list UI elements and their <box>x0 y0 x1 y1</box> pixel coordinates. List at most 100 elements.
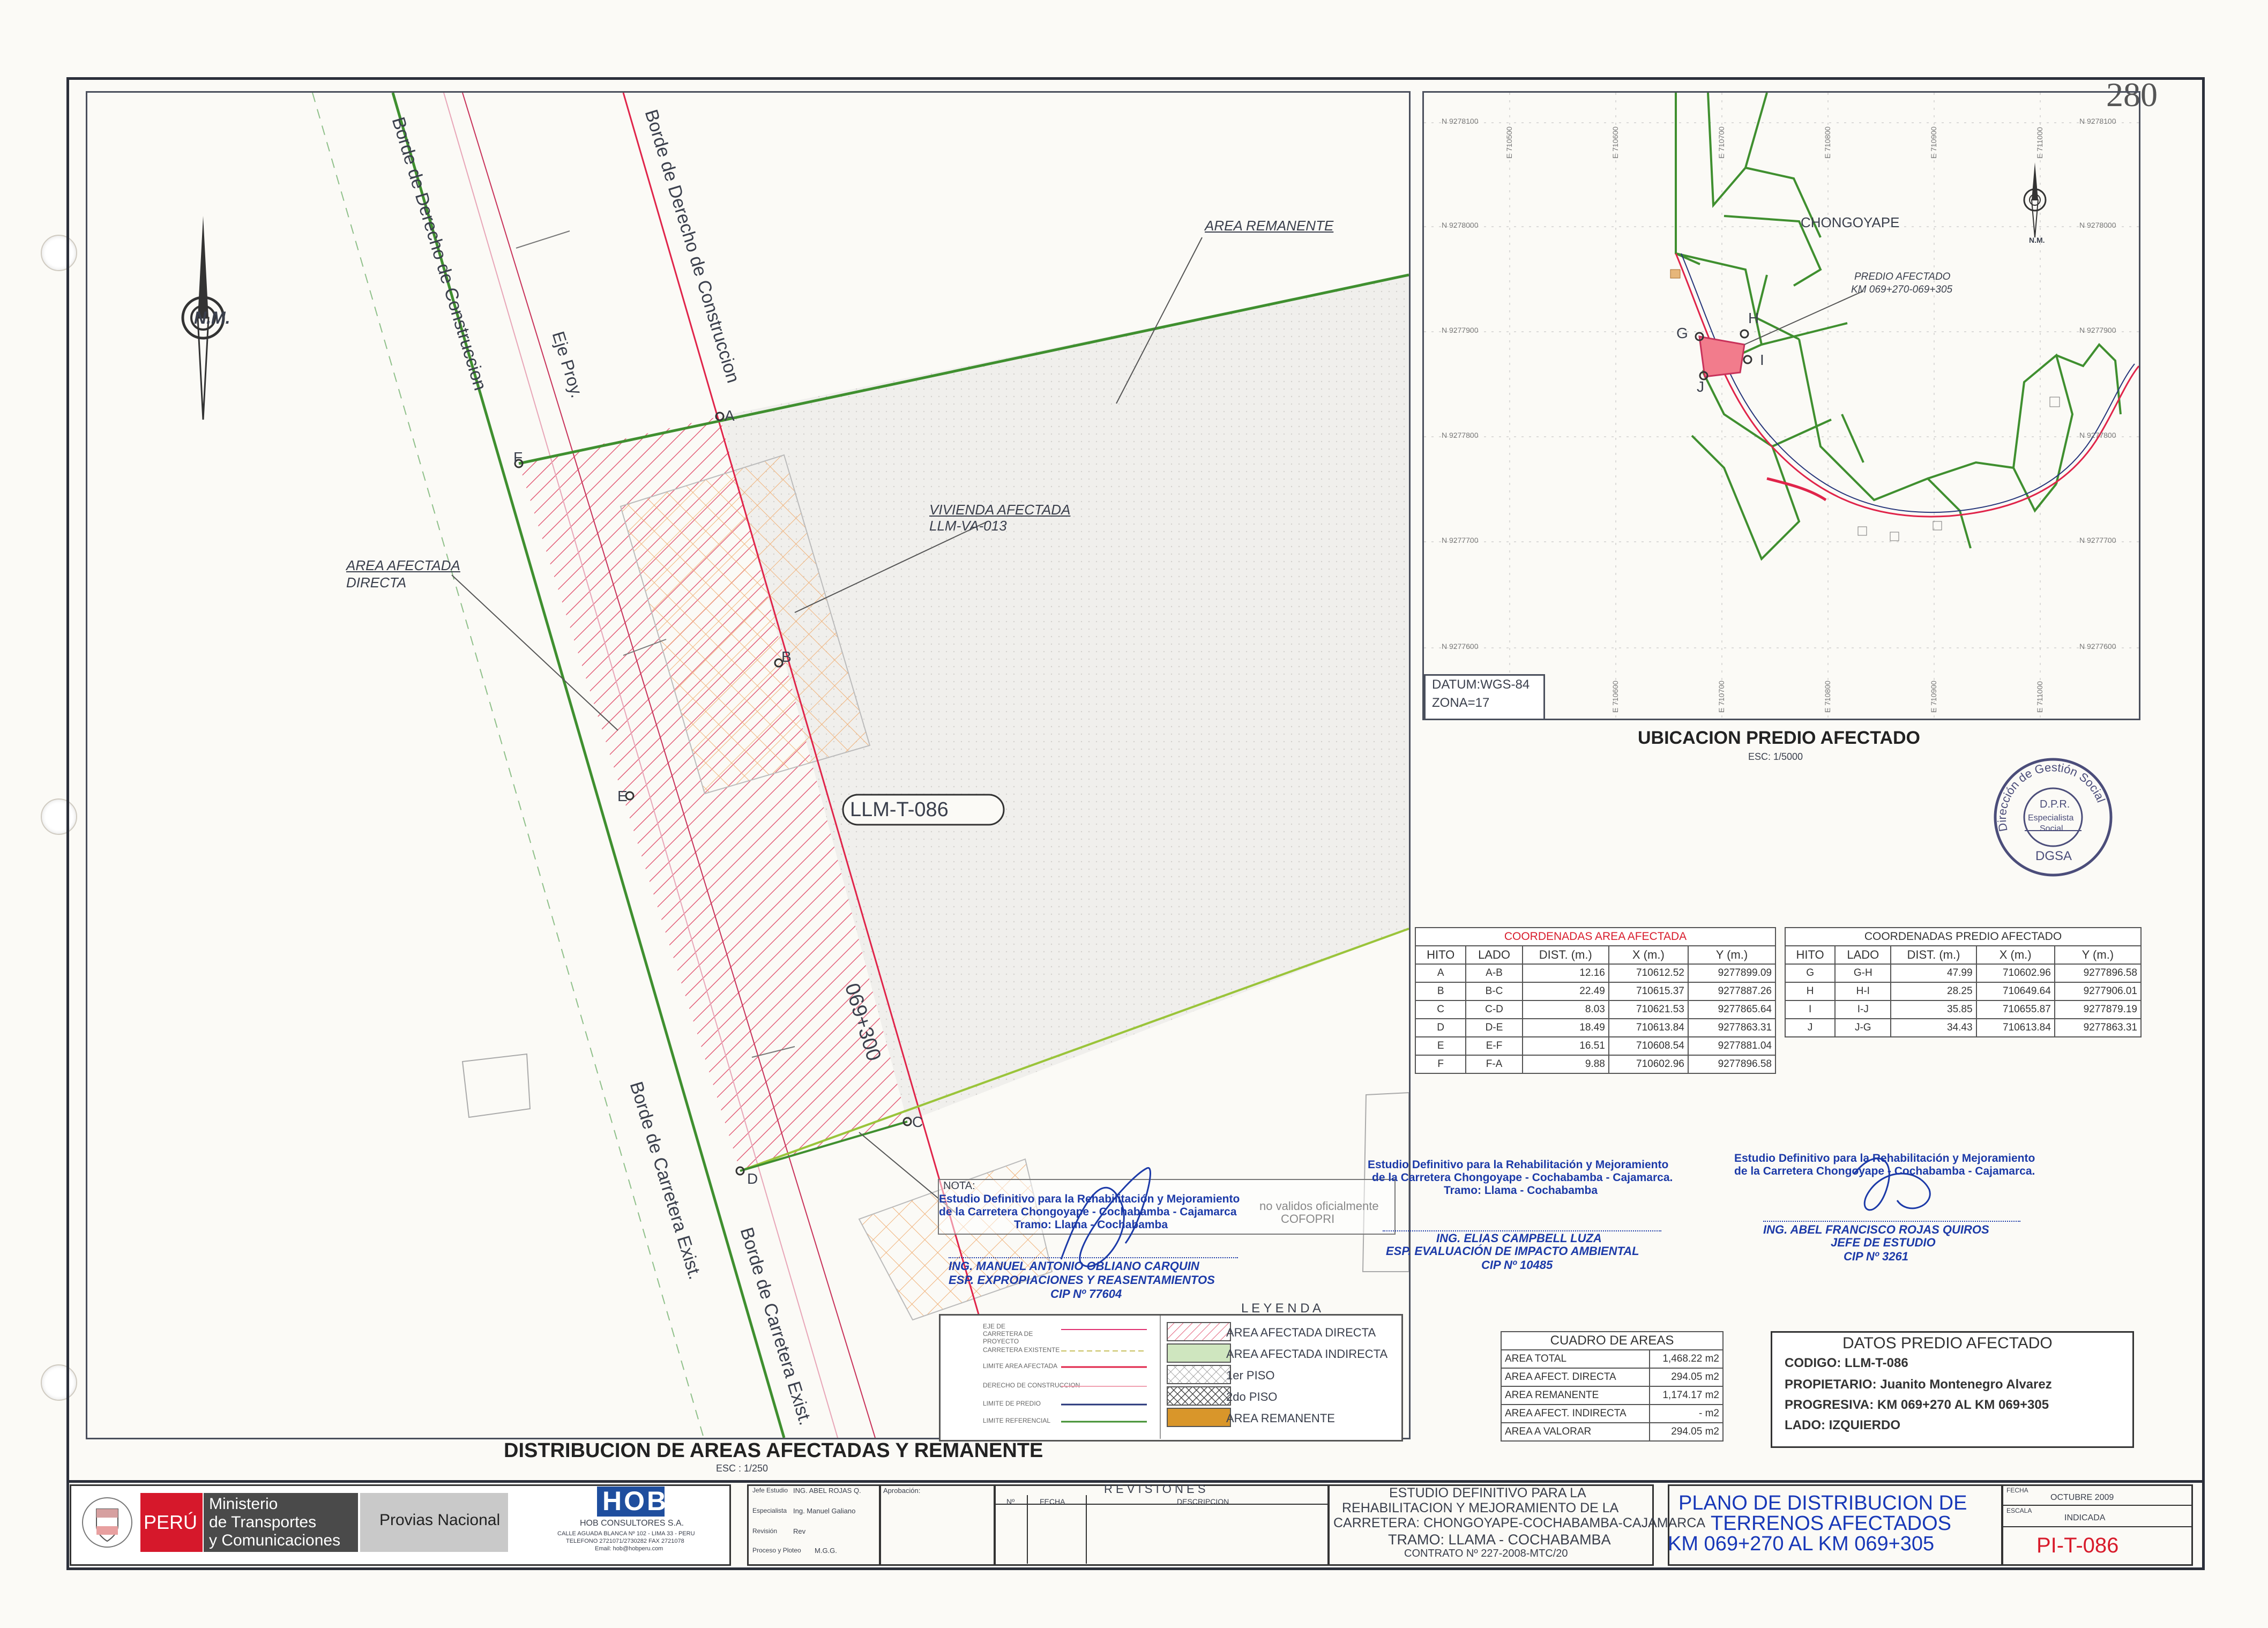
revisiones-title: R E V I S I O N E S <box>1104 1482 1206 1496</box>
col-y: Y (m.) <box>1687 945 1777 965</box>
col-dist: DIST. (m.) <box>1521 945 1609 965</box>
inset-coord-n-5: N 9277700 <box>1442 536 1479 544</box>
table-cell: 710613.84 <box>1608 1018 1689 1037</box>
table-cell: 710602.96 <box>1608 1055 1689 1074</box>
inset-point-h: H <box>1748 310 1759 326</box>
table-cell: 47.99 <box>1890 964 1977 983</box>
leyenda-carretera-existente: CARRETERA EXISTENTE <box>983 1346 1060 1354</box>
zona-label: ZONA=17 <box>1432 696 1490 710</box>
table-cell: 710613.84 <box>1975 1018 2055 1037</box>
table-cell: 9277906.01 <box>2054 982 2142 1001</box>
table-cell: A-B <box>1465 964 1523 983</box>
inset-coord-e-2: E 710600 <box>1611 681 1620 713</box>
inset-coord-n-5r: N 9277700 <box>2079 536 2116 544</box>
inset-coord-n-6: N 9277600 <box>1442 642 1479 651</box>
table-cell: 710655.87 <box>1975 1000 2055 1019</box>
label-area-remanente: AREA REMANENTE <box>1205 218 1334 234</box>
table-cell: E-F <box>1465 1036 1523 1056</box>
leyenda-limite-predio: LIMITE DE PREDIO <box>983 1400 1041 1407</box>
inset-place-name: CHONGOYAPE <box>1801 214 1900 230</box>
estudio-line4: TRAMO: LLAMA - COCHABAMBA <box>1388 1532 1611 1548</box>
fecha-label: FECHA <box>2006 1487 2028 1494</box>
table-cell: AREA REMANENTE <box>1501 1386 1650 1405</box>
escala-val: INDICADA <box>2064 1513 2106 1522</box>
leyenda-divider <box>1160 1316 1161 1439</box>
inset-predio-afectado <box>1698 335 1745 378</box>
label-vivienda-code: LLM-VA-013 <box>929 518 1007 534</box>
table-cell: C <box>1414 1000 1467 1019</box>
table-row: A A-B 12.16 710612.52 9277899.09 <box>1414 964 1777 983</box>
inset-point-i: I <box>1760 352 1764 368</box>
table-cell: H <box>1784 982 1836 1001</box>
leyenda-predio-swatch <box>1061 1403 1147 1406</box>
table-cell: D-E <box>1465 1018 1523 1037</box>
signature-scribbles <box>1060 1157 1931 1267</box>
table-cell: 1,468.22 m2 <box>1648 1349 1724 1369</box>
plano-title-3: KM 069+270 AL KM 069+305 <box>1668 1533 1935 1555</box>
inset-coord-n-2: N 9278000 <box>1442 221 1479 229</box>
cuadro-areas-title: CUADRO DE AREAS <box>1501 1331 1724 1350</box>
estudio-line1: ESTUDIO DEFINITIVO PARA LA <box>1389 1485 1586 1500</box>
plano-title-1: PLANO DE DISTRIBUCION DE <box>1678 1492 1967 1514</box>
col-lado: LADO <box>1834 945 1892 965</box>
col-x: X (m.) <box>1975 945 2055 965</box>
inset-point-g: G <box>1676 325 1688 341</box>
coords-area-header: HITO LADO DIST. (m.) X (m.) Y (m.) <box>1414 945 1777 965</box>
estudio-line3: CARRETERA: CHONGOYAPE-COCHABAMBA-CAJAMAR… <box>1333 1515 1706 1530</box>
table-row: H H-I 28.25 710649.64 9277906.01 <box>1784 982 2142 1001</box>
col-lado: LADO <box>1465 945 1523 965</box>
table-row: AREA TOTAL 1,468.22 m2 <box>1501 1349 1724 1369</box>
contrato-label: CONTRATO Nº 227-2008-MTC/20 <box>1404 1548 1568 1559</box>
col-hito: HITO <box>1784 945 1836 965</box>
table-cell: AREA AFECT. DIRECTA <box>1501 1368 1650 1387</box>
fecha-val: OCTUBRE 2009 <box>2050 1493 2114 1502</box>
table-cell: 9.88 <box>1521 1055 1609 1074</box>
datos-predio-propietario: PROPIETARIO: Juanito Montenegro Alvarez <box>1785 1377 2052 1392</box>
proc-label: Proceso y Ploteo <box>752 1547 801 1554</box>
table-cell: 9277879.19 <box>2054 1000 2142 1019</box>
inset-point-j: J <box>1697 378 1704 395</box>
table-cell: B-C <box>1465 982 1523 1001</box>
leyenda-title: L E Y E N D A <box>1241 1301 1321 1316</box>
ministerio-line2: de Transportes <box>209 1513 317 1531</box>
table-cell: 9277896.58 <box>1687 1055 1777 1074</box>
hob-addr-2: TELEFONO 2721071/2730282 FAX 2721078 <box>566 1538 684 1544</box>
aprob-label: Aprobación: <box>883 1487 921 1495</box>
table-row: G G-H 47.99 710602.96 9277896.58 <box>1784 964 2142 983</box>
table-row: AREA REMANENTE 1,174.17 m2 <box>1501 1386 1724 1405</box>
table-cell: B <box>1414 982 1467 1001</box>
coords-area-table: COORDENADAS AREA AFECTADA HITO LADO DIST… <box>1414 927 1777 1074</box>
datos-predio-lado: LADO: IZQUIERDO <box>1785 1418 1900 1432</box>
coords-predio-title: COORDENADAS PREDIO AFECTADO <box>1785 927 2142 946</box>
table-cell: AREA A VALORAR <box>1501 1422 1650 1442</box>
table-cell: G <box>1784 964 1836 983</box>
inset-coord-n-6r: N 9277600 <box>2079 642 2116 651</box>
inset-coord-n-3: N 9277900 <box>1442 326 1479 334</box>
ministerio-line3: y Comunicaciones <box>209 1532 341 1549</box>
leyenda-derecho-swatch <box>1061 1386 1147 1387</box>
station-tick-1 <box>516 230 570 249</box>
svg-text:Dirección de Gestión Social: Dirección de Gestión Social <box>1995 760 2108 833</box>
inset-coord-e-5: E 710900 <box>1929 681 1938 713</box>
cuadro-areas-table: CUADRO DE AREAS AREA TOTAL 1,468.22 m2 ARE… <box>1501 1331 1724 1442</box>
esp-val: Ing. Manuel Galiano <box>793 1507 856 1515</box>
inset-coord-e-6t: E 711000 <box>2035 127 2044 159</box>
plan-scale: ESC : 1/250 <box>716 1463 769 1474</box>
inset-coord-e-1t: E 710500 <box>1505 126 1513 159</box>
point-label-f: F <box>513 449 523 466</box>
inset-coord-e-6: E 711000 <box>2035 681 2044 713</box>
table-row: E E-F 16.51 710608.54 9277881.04 <box>1414 1036 1777 1056</box>
nota-header: NOTA: <box>943 1180 975 1192</box>
table-cell: 12.16 <box>1521 964 1609 983</box>
label-vivienda-afectada: VIVIENDA AFECTADA <box>929 502 1071 518</box>
seal-ring-svg: Dirección de Gestión Social <box>1995 760 2108 833</box>
table-row: B B-C 22.49 710615.37 9277887.26 <box>1414 982 1777 1001</box>
inset-map <box>1424 93 2139 719</box>
table-cell: G-H <box>1834 964 1892 983</box>
peru-label: PERÚ <box>144 1511 198 1533</box>
inset-coord-n-4: N 9277800 <box>1442 431 1479 439</box>
datos-predio-title: DATOS PREDIO AFECTADO <box>1842 1334 2053 1352</box>
inset-coord-e-2t: E 710600 <box>1611 126 1620 159</box>
table-cell: E <box>1414 1036 1467 1056</box>
table-cell: 18.49 <box>1521 1018 1609 1037</box>
